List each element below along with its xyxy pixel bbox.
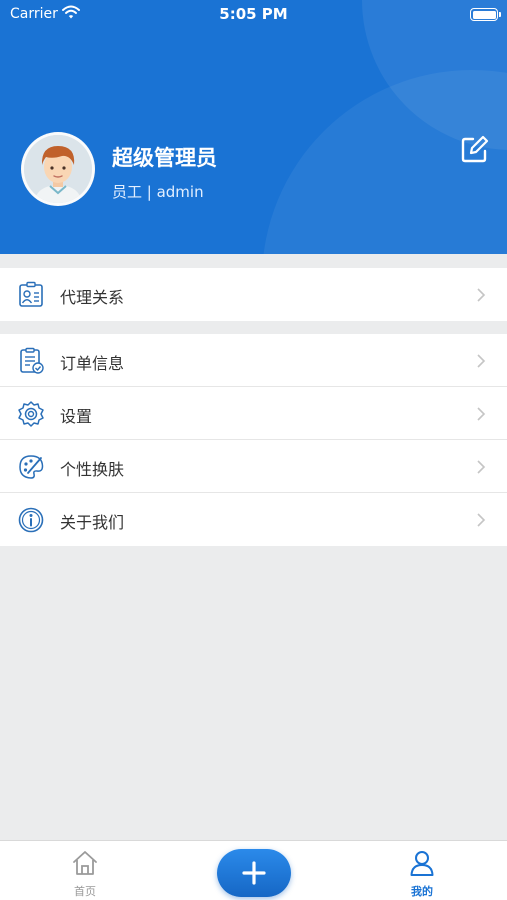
user-name: 超级管理员 [112, 146, 217, 170]
plus-icon [242, 861, 266, 885]
menu-item-order-info[interactable]: 订单信息 [0, 334, 507, 387]
chevron-right-icon [477, 288, 486, 302]
order-info-icon [20, 347, 44, 374]
menu-item-label: 代理关系 [60, 288, 125, 307]
chevron-right-icon [477, 513, 486, 527]
menu-item-about[interactable]: 关于我们 [0, 493, 507, 546]
menu-group-agent: 代理关系 [0, 268, 507, 321]
menu-group-main: 订单信息 设置 个性换肤 关于我们 [0, 334, 507, 546]
menu-item-label: 设置 [60, 407, 93, 426]
chevron-right-icon [477, 354, 486, 368]
tab-home[interactable]: 首页 [30, 841, 140, 900]
settings-icon [18, 401, 44, 427]
menu-item-label: 关于我们 [60, 513, 125, 532]
info-icon [18, 507, 44, 533]
chevron-right-icon [477, 407, 486, 421]
menu-item-label: 订单信息 [60, 354, 125, 373]
menu-item-label: 个性换肤 [60, 460, 125, 479]
chevron-right-icon [477, 460, 486, 474]
profile-header: Carrier 5:05 PM 超级管理员 员工 | admin [0, 0, 507, 254]
tab-mine-label: 我的 [411, 885, 433, 898]
menu-item-theme[interactable]: 个性换肤 [0, 440, 507, 493]
add-button[interactable] [217, 849, 291, 897]
tab-bar: 首页 我的 [0, 840, 507, 900]
tab-home-label: 首页 [74, 885, 96, 898]
status-time: 5:05 PM [219, 5, 288, 23]
battery-icon [470, 8, 501, 21]
home-icon [73, 851, 97, 875]
agent-relation-icon [19, 281, 43, 307]
status-bar: Carrier 5:05 PM [0, 0, 507, 28]
edit-icon[interactable] [459, 135, 489, 165]
menu-item-settings[interactable]: 设置 [0, 387, 507, 440]
tab-mine[interactable]: 我的 [367, 841, 477, 900]
user-avatar-icon[interactable] [21, 132, 95, 206]
user-role: 员工 | admin [112, 183, 204, 201]
user-icon [410, 851, 434, 876]
menu-item-agent-relation[interactable]: 代理关系 [0, 268, 507, 321]
theme-icon [19, 455, 44, 479]
